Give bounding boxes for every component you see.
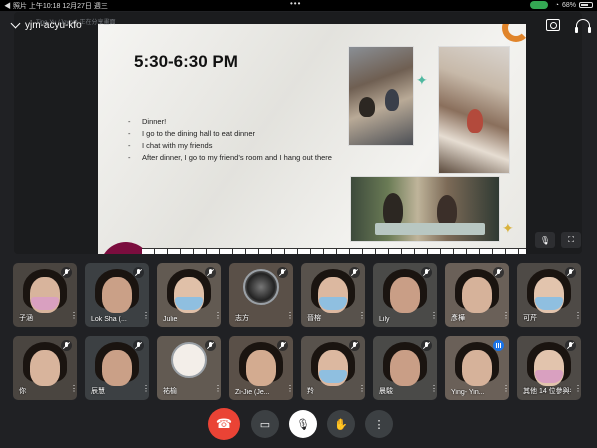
participant-tile[interactable]: 晨駿 ⋮: [373, 336, 437, 400]
participant-name: 志方: [235, 315, 249, 322]
more-vert-icon[interactable]: ⋮: [574, 312, 581, 324]
more-vert-icon[interactable]: ⋮: [358, 385, 365, 397]
mic-off-icon: [421, 267, 432, 278]
more-vert-icon[interactable]: ⋮: [214, 385, 221, 397]
participant-name: Lily: [379, 316, 390, 323]
face-mask: [175, 297, 203, 310]
more-options-button[interactable]: ⋮: [365, 410, 393, 438]
participant-name: 羚: [307, 388, 314, 395]
more-vert-icon[interactable]: ⋮: [358, 312, 365, 324]
more-vert-icon[interactable]: ⋮: [502, 385, 509, 397]
more-vert-icon[interactable]: ⋮: [70, 312, 77, 324]
participant-name: 晉榕: [307, 315, 321, 322]
participant-tile[interactable]: 祐榆 ⋮: [157, 336, 221, 400]
avatar: [243, 269, 279, 305]
mic-toggle-button[interactable]: 🎙: [289, 410, 317, 438]
participant-face: [102, 350, 132, 386]
participant-grid: 子涵 ⋮ Lok Sha (... ⋮ Julie ⋮ 志方 ⋮ 晉榕 ⋮ Lily ⋮ 彥樺 ⋮ 可芹 ⋮ 你…: [0, 0, 597, 448]
mic-off-icon: [61, 340, 72, 351]
participant-tile[interactable]: 其他 14 位參與者⋮: [517, 336, 581, 400]
participant-tile[interactable]: 子涵 ⋮: [13, 263, 77, 327]
participant-name: Lok Sha (...: [91, 316, 127, 323]
participant-name: 你: [19, 388, 26, 395]
participant-name: Ying- Yin...: [451, 389, 485, 396]
more-vert-icon[interactable]: ⋮: [430, 312, 437, 324]
phone-hangup-icon: ☎: [215, 416, 233, 431]
participant-face: [30, 350, 60, 386]
more-vert-icon[interactable]: ⋮: [142, 385, 149, 397]
mic-off-icon: [421, 340, 432, 351]
more-vert-icon[interactable]: ⋮: [142, 312, 149, 324]
call-controls: ☎ ▭ 🎙 ✋ ⋮: [0, 408, 597, 444]
end-call-button[interactable]: ☎: [208, 408, 240, 440]
participant-tile[interactable]: Lily ⋮: [373, 263, 437, 327]
mic-off-icon: [133, 267, 144, 278]
camera-toggle-button[interactable]: ▭: [251, 410, 279, 438]
participant-name: 可芹: [523, 315, 537, 322]
mic-off-icon: [205, 340, 216, 351]
participant-tile[interactable]: 辰慧 ⋮: [85, 336, 149, 400]
participant-name: 祐榆: [163, 388, 177, 395]
mic-off-icon: [565, 267, 576, 278]
participant-face: [462, 277, 492, 313]
mic-off-icon: [61, 267, 72, 278]
raise-hand-icon: ✋: [334, 418, 348, 431]
more-vert-icon[interactable]: ⋮: [286, 385, 293, 397]
avatar: [171, 342, 207, 378]
more-vert-icon[interactable]: ⋮: [286, 312, 293, 324]
more-vert-icon[interactable]: ⋮: [70, 385, 77, 397]
speaking-icon: [493, 340, 504, 351]
mic-off-icon: [349, 340, 360, 351]
participant-tile[interactable]: 晉榕 ⋮: [301, 263, 365, 327]
participant-tile[interactable]: 羚 ⋮: [301, 336, 365, 400]
participant-tile[interactable]: 志方 ⋮: [229, 263, 293, 327]
participant-tile[interactable]: Zi-Jie (Je... ⋮: [229, 336, 293, 400]
mic-off-icon: [565, 340, 576, 351]
participant-name: 彥樺: [451, 315, 465, 322]
face-mask: [535, 370, 563, 383]
participant-tile[interactable]: Lok Sha (... ⋮: [85, 263, 149, 327]
participant-name: 晨駿: [379, 388, 393, 395]
participant-tile[interactable]: 彥樺 ⋮: [445, 263, 509, 327]
mic-off-icon: [205, 267, 216, 278]
raise-hand-button[interactable]: ✋: [327, 410, 355, 438]
mic-off-icon: 🎙: [296, 418, 310, 431]
participant-name: Julie: [163, 316, 178, 323]
participant-name: 辰慧: [91, 388, 105, 395]
participant-face: [462, 350, 492, 386]
mic-off-icon: [349, 267, 360, 278]
participant-name: 子涵: [19, 315, 33, 322]
participant-tile[interactable]: 你 ⋮: [13, 336, 77, 400]
more-vert-icon[interactable]: ⋮: [574, 385, 581, 397]
participant-face: [102, 277, 132, 313]
participant-face: [390, 277, 420, 313]
mic-off-icon: [133, 340, 144, 351]
more-vert-icon[interactable]: ⋮: [502, 312, 509, 324]
participant-face: [390, 350, 420, 386]
mic-off-icon: [493, 267, 504, 278]
participant-face: [246, 350, 276, 386]
face-mask: [535, 297, 563, 310]
more-vert-icon: ⋮: [373, 418, 385, 431]
participant-name: 其他 14 位參與者: [523, 388, 571, 395]
more-vert-icon[interactable]: ⋮: [214, 312, 221, 324]
face-mask: [319, 297, 347, 310]
participant-tile[interactable]: 可芹 ⋮: [517, 263, 581, 327]
mic-off-icon: [277, 340, 288, 351]
participant-tile[interactable]: Julie ⋮: [157, 263, 221, 327]
more-vert-icon[interactable]: ⋮: [430, 385, 437, 397]
face-mask: [319, 370, 347, 383]
participant-name: Zi-Jie (Je...: [235, 389, 270, 396]
video-icon: ▭: [259, 418, 271, 431]
face-mask: [31, 297, 59, 310]
mic-off-icon: [277, 267, 288, 278]
participant-tile[interactable]: Ying- Yin... ⋮: [445, 336, 509, 400]
